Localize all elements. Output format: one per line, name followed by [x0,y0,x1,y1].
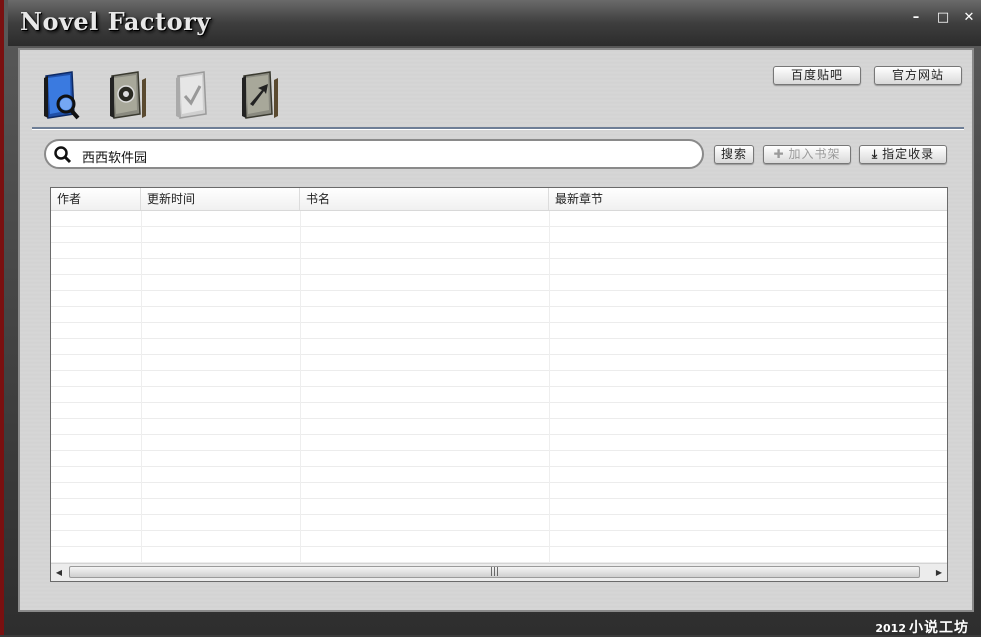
column-divider [300,211,301,563]
book-gear-icon [110,71,146,119]
column-header-latest-chapter[interactable]: 最新章节 [549,188,947,210]
search-box[interactable] [44,139,704,169]
horizontal-scrollbar[interactable]: ◀ ||| ▶ [51,563,947,581]
minimize-button[interactable]: – [908,10,924,26]
column-divider [141,211,142,563]
column-header-book-title[interactable]: 书名 [300,188,549,210]
bookshelf-tool-button[interactable] [106,70,152,122]
footer: 2012 小说工坊 [8,614,981,637]
search-icon [54,146,72,164]
app-title: Novel Factory [20,7,211,36]
specify-collect-label: 指定收录 [882,147,935,161]
maximize-button[interactable]: □ [935,10,951,26]
search-input[interactable] [80,146,684,166]
specify-collect-button[interactable]: ⤓ 指定收录 [859,145,947,164]
plus-icon: ✚ [773,147,785,161]
footer-year: 2012 [875,622,906,635]
add-to-shelf-button[interactable]: ✚ 加入书架 [763,145,851,164]
column-divider [549,211,550,563]
book-check-icon [176,71,207,119]
book-arrow-icon [242,71,278,119]
column-header-author[interactable]: 作者 [51,188,141,210]
export-tool-button[interactable] [238,70,284,122]
app-window: Novel Factory – □ ✕ 百度贴吧 官方网站 西西软件园 搜索 ✚… [0,0,981,637]
column-header-update-time[interactable]: 更新时间 [141,188,300,210]
table-body[interactable] [51,211,947,563]
scroll-thumb[interactable]: ||| [69,566,920,578]
footer-app-name: 小说工坊 [909,620,969,636]
table-header: 作者 更新时间 书名 最新章节 [51,188,947,211]
scroll-left-icon[interactable]: ◀ [51,564,67,581]
search-button[interactable]: 搜索 [714,145,754,164]
toolbar-separator [32,127,964,129]
main-panel: 百度贴吧 官方网站 搜索 ✚加入书架 ⤓指定收录 作者 更新时间 书名 最新章节 [18,48,974,612]
results-table[interactable]: 作者 更新时间 书名 最新章节 ◀ ||| ▶ [50,187,948,582]
download-icon: ⤓ [871,147,879,161]
title-bar[interactable]: Novel Factory – □ ✕ [8,0,981,46]
official-site-button[interactable]: 官方网站 [874,66,962,85]
search-tool-button[interactable] [40,70,86,122]
book-magnifier-icon [44,71,80,120]
check-tool-button[interactable] [172,70,218,122]
scroll-right-icon[interactable]: ▶ [931,564,947,581]
tieba-link-button[interactable]: 百度贴吧 [773,66,861,85]
version-label: 2012 小说工坊 [875,617,969,637]
add-to-shelf-label: 加入书架 [788,147,841,161]
close-button[interactable]: ✕ [961,10,977,26]
